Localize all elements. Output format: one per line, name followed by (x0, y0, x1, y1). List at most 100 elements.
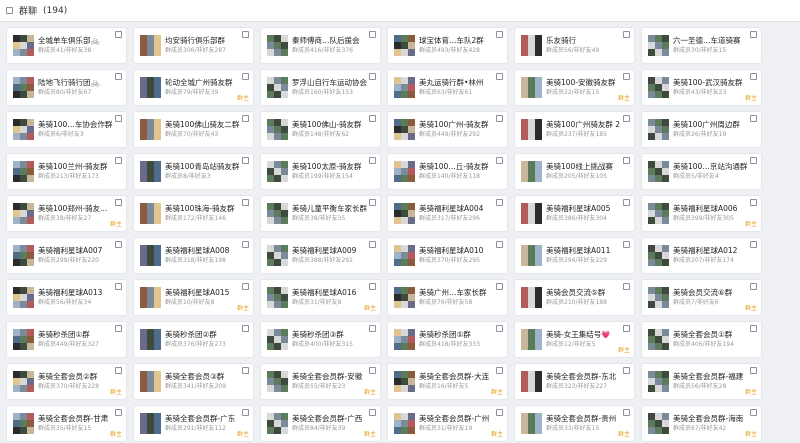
group-select-checkbox[interactable] (750, 325, 757, 332)
group-card[interactable]: 美骑福利星球A011 群成员294/非好友229 (514, 237, 635, 274)
group-card[interactable]: 美骑100广州-骑友群 群成员449/非好友292 (387, 111, 508, 148)
group-select-checkbox[interactable] (496, 367, 503, 374)
group-card[interactable]: 美骑全套会员群-甘肃 群成员35/非好友15 群主 (6, 405, 127, 442)
group-select-checkbox[interactable] (496, 409, 503, 416)
group-card[interactable]: 美骑全套会员③群 群成员341/非好友209 (133, 363, 254, 400)
group-select-checkbox[interactable] (242, 199, 249, 206)
group-select-checkbox[interactable] (496, 199, 503, 206)
group-select-checkbox[interactable] (115, 199, 122, 206)
group-select-checkbox[interactable] (242, 115, 249, 122)
group-card[interactable]: 美骑100…丘-骑友群 群成员140/非好友118 (387, 153, 508, 190)
group-select-checkbox[interactable] (242, 31, 249, 38)
group-card[interactable]: 美骑全套会员群-贵州 群成员33/非好友15 群主 (514, 405, 635, 442)
group-select-checkbox[interactable] (242, 157, 249, 164)
group-select-checkbox[interactable] (750, 283, 757, 290)
group-card[interactable]: 罗浮山自行车运动协会 群成员160/非好友153 (260, 69, 381, 106)
group-card[interactable]: 美骑全套会员群-海南 群成员67/非好友42 群主 (641, 405, 762, 442)
group-card[interactable]: 美骑100佛山骑友二群 群成员70/非好友43 (133, 111, 254, 148)
group-select-checkbox[interactable] (496, 73, 503, 80)
group-card[interactable]: 美骑广州…车家长群 群成员76/非好友58 (387, 279, 508, 316)
group-select-checkbox[interactable] (623, 115, 630, 122)
group-select-checkbox[interactable] (623, 73, 630, 80)
group-select-checkbox[interactable] (369, 283, 376, 290)
group-card[interactable]: 美骑100佛山-骑友群 群成员148/非好友62 (260, 111, 381, 148)
group-card[interactable]: 秦师傅商…队后援会 群成员416/非好友376 (260, 27, 381, 64)
group-card[interactable]: 美骑儿童平衡车家长群 群成员38/非好友35 (260, 195, 381, 232)
group-select-checkbox[interactable] (242, 409, 249, 416)
group-card[interactable]: 轮动全城广州骑友群 群成员79/非好友39 群主 (133, 69, 254, 106)
group-select-checkbox[interactable] (496, 31, 503, 38)
group-select-checkbox[interactable] (750, 367, 757, 374)
group-select-checkbox[interactable] (369, 241, 376, 248)
group-card[interactable]: 均安骑行俱乐部群 群成员306/非好友287 (133, 27, 254, 64)
group-card[interactable]: 美骑会员交流⑤群 群成员210/非好友188 (514, 279, 635, 316)
group-card[interactable]: 美骑秒杀团③群 群成员400/非好友315 (260, 321, 381, 358)
group-card[interactable]: 美骑福利星球A006 群成员399/非好友305 群主 (641, 195, 762, 232)
group-card[interactable]: 美骑全套会员群-广东 群成员291/非好友112 群主 (133, 405, 254, 442)
group-select-checkbox[interactable] (750, 241, 757, 248)
group-select-checkbox[interactable] (242, 367, 249, 374)
group-card[interactable]: 美骑秒杀团②群 群成员376/非好友273 (133, 321, 254, 358)
group-select-checkbox[interactable] (115, 157, 122, 164)
group-select-checkbox[interactable] (242, 283, 249, 290)
group-card[interactable]: 美骑100广州周边群 群成员26/非好友19 (641, 111, 762, 148)
group-card[interactable]: 美骑全套会员群-安徽 群成员55/非好友23 群主 (260, 363, 381, 400)
group-select-checkbox[interactable] (115, 115, 122, 122)
group-card[interactable]: 球宝体育…车队2群 群成员493/非好友428 (387, 27, 508, 64)
group-card[interactable]: 美骑全套会员群-广西 群成员84/非好友39 群主 (260, 405, 381, 442)
group-select-checkbox[interactable] (496, 115, 503, 122)
group-select-checkbox[interactable] (115, 409, 122, 416)
group-card[interactable]: 美骑100…京站沟通群 群成员5/非好友4 (641, 153, 762, 190)
group-card[interactable]: 乐友骑行 群成员56/非好友49 (514, 27, 635, 64)
group-card[interactable]: 六一圣德…车道骑赛 群成员30/非好友15 (641, 27, 762, 64)
group-select-checkbox[interactable] (115, 367, 122, 374)
group-card[interactable]: 美骑福利星球A008 群成员318/非好友198 (133, 237, 254, 274)
group-card[interactable]: 美骑100青岛站骑友群 群成员8/非好友3 (133, 153, 254, 190)
group-card[interactable]: 美骑100线上挑战赛 群成员205/非好友105 (514, 153, 635, 190)
group-card[interactable]: 美骑全套会员群-大连 群成员16/非好友5 群主 (387, 363, 508, 400)
group-select-checkbox[interactable] (242, 325, 249, 332)
group-select-checkbox[interactable] (623, 241, 630, 248)
group-card[interactable]: 美骑秒杀团⑤群 群成员418/非好友333 (387, 321, 508, 358)
group-card[interactable]: 美骑福利星球A012 群成员207/非好友174 (641, 237, 762, 274)
group-card[interactable]: 全城单车俱乐部🚲 群成员41/非好友38 (6, 27, 127, 64)
group-select-checkbox[interactable] (242, 241, 249, 248)
group-card[interactable]: 美骑全套会员①群 群成员406/非好友194 (641, 321, 762, 358)
select-all-checkbox[interactable] (6, 7, 13, 14)
group-select-checkbox[interactable] (369, 31, 376, 38)
group-card[interactable]: 美丸运骑行群•林州 群成员63/非好友61 (387, 69, 508, 106)
group-select-checkbox[interactable] (750, 157, 757, 164)
group-select-checkbox[interactable] (369, 73, 376, 80)
group-card[interactable]: 美骑100广州骑友群 2 群成员237/非好友185 (514, 111, 635, 148)
group-card[interactable]: 美骑100太原-骑友群 群成员199/非好友154 (260, 153, 381, 190)
group-select-checkbox[interactable] (369, 409, 376, 416)
group-card[interactable]: 美骑全套会员群-广州 群成员31/非好友19 群主 (387, 405, 508, 442)
group-select-checkbox[interactable] (115, 283, 122, 290)
group-card[interactable]: 美骑会员交流⑥群 群成员7/非好友6 群主 (641, 279, 762, 316)
group-card[interactable]: 美骑-女王集结号💗 群成员12/非好友5 群主 (514, 321, 635, 358)
group-select-checkbox[interactable] (115, 31, 122, 38)
group-select-checkbox[interactable] (115, 241, 122, 248)
group-select-checkbox[interactable] (496, 325, 503, 332)
group-card[interactable]: 美骑100…车协会作群 群成员6/非好友3 (6, 111, 127, 148)
group-select-checkbox[interactable] (623, 31, 630, 38)
group-select-checkbox[interactable] (496, 241, 503, 248)
group-select-checkbox[interactable] (623, 283, 630, 290)
group-select-checkbox[interactable] (496, 283, 503, 290)
group-select-checkbox[interactable] (369, 157, 376, 164)
group-card[interactable]: 美骑全套会员②群 群成员370/非好友228 群主 (6, 363, 127, 400)
group-select-checkbox[interactable] (369, 325, 376, 332)
group-card[interactable]: 美骑100珠海-骑友群 群成员172/非好友146 (133, 195, 254, 232)
group-select-checkbox[interactable] (623, 199, 630, 206)
group-card[interactable]: 美骑秒杀团①群 群成员449/非好友327 (6, 321, 127, 358)
group-select-checkbox[interactable] (623, 157, 630, 164)
group-select-checkbox[interactable] (750, 31, 757, 38)
group-card[interactable]: 美骑福利星球A004 群成员317/非好友296 (387, 195, 508, 232)
group-select-checkbox[interactable] (369, 115, 376, 122)
group-card[interactable]: 陆地飞行骑行团🚲 群成员80/非好友67 (6, 69, 127, 106)
group-card[interactable]: 美骑100郑州-骑友二群 群成员38/非好友27 群主 (6, 195, 127, 232)
group-card[interactable]: 美骑福利星球A015 群成员10/非好友8 群主 (133, 279, 254, 316)
group-card[interactable]: 美骑福利星球A007 群成员299/非好友220 (6, 237, 127, 274)
group-select-checkbox[interactable] (750, 73, 757, 80)
group-select-checkbox[interactable] (496, 157, 503, 164)
